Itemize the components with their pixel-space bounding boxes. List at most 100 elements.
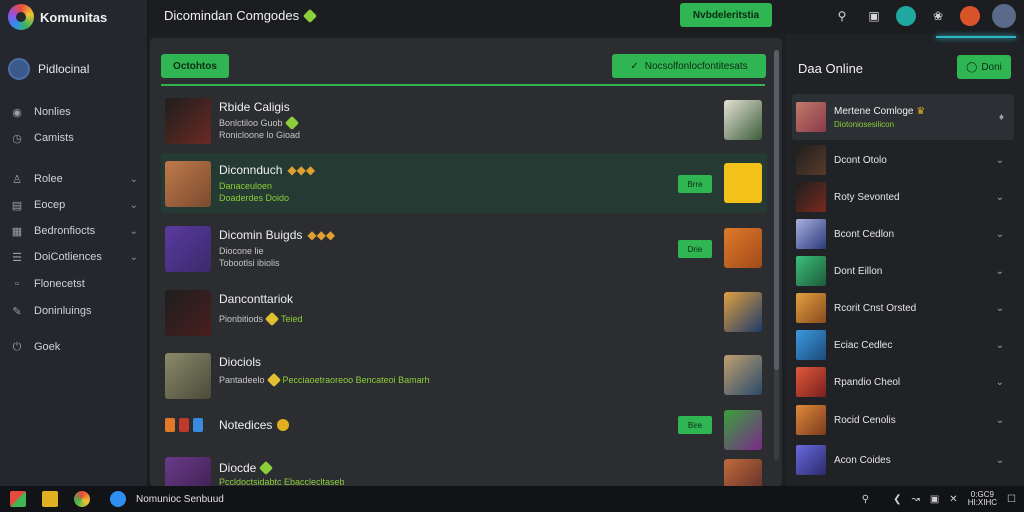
avatar: [796, 405, 826, 435]
sidebar-item-label: Flonecetst: [34, 278, 85, 290]
online-user-item[interactable]: Rpandio Cheol ⌄: [792, 364, 1014, 400]
camera-icon[interactable]: ▣: [864, 6, 884, 26]
status-icon[interactable]: [896, 6, 916, 26]
online-user-item[interactable]: Dont Eillon ⌄: [792, 253, 1014, 289]
notification-icon[interactable]: ☐: [1007, 494, 1016, 505]
online-user-name: Bcont Cedlon: [834, 228, 895, 240]
user-avatar[interactable]: [992, 4, 1016, 28]
page-title-text: Dicomindan Comgodes: [164, 8, 300, 23]
chevron-down-icon[interactable]: ⌄: [996, 415, 1004, 426]
online-user-item[interactable]: Dcont Otolo ⌄: [792, 142, 1014, 178]
sidebar-item-flonecetst[interactable]: ▫ Flonecetst: [10, 274, 138, 294]
close-icon[interactable]: ✕: [949, 494, 957, 505]
online-user-name: Rocid Cenolis: [834, 414, 896, 426]
sidebar-item-bedronfiocts[interactable]: ▦ Bedronfiocts ⌄: [10, 221, 138, 241]
item-action-button[interactable]: Drie: [678, 240, 712, 258]
page-title: Dicomindan Comgodes: [164, 8, 318, 23]
chevron-down-icon[interactable]: ⌄: [996, 303, 1004, 314]
online-user-item[interactable]: Roty Sevonted ⌄: [792, 179, 1014, 215]
online-user-item[interactable]: Rcorit Cnst Orsted ⌄: [792, 290, 1014, 326]
online-panel-button[interactable]: ◯ Doni: [957, 55, 1011, 79]
user-menu-icon[interactable]: ♦: [999, 112, 1004, 123]
chevron-down-icon[interactable]: ⌄: [996, 229, 1004, 240]
chevron-down-icon[interactable]: ⌄: [996, 455, 1004, 466]
online-user-name: Dont Eillon: [834, 265, 883, 277]
chevron-down-icon[interactable]: ⌄: [996, 155, 1004, 166]
item-icons: [165, 418, 203, 432]
sidebar-item-camists[interactable]: ◷ Camists: [10, 128, 138, 148]
settings-icon[interactable]: ❀: [928, 6, 948, 26]
item-subtitle: Danaceuloen: [219, 181, 272, 191]
sidebar-profile[interactable]: Pidlocinal: [8, 58, 89, 80]
badge-icon: ◆◆◆: [307, 228, 336, 242]
chevron-down-icon[interactable]: ⌄: [996, 340, 1004, 351]
online-user-item[interactable]: Bcont Cedlon ⌄: [792, 216, 1014, 252]
sidebar-item-doninluings[interactable]: ✎ Doninluings: [10, 301, 138, 321]
online-user-name: Eciac Cedlec: [834, 339, 893, 351]
list-item[interactable]: Notedices Bire: [161, 398, 767, 458]
header-cta-button[interactable]: Nvbdeleritstia: [680, 3, 772, 27]
item-detail: Doaderdes Doido: [219, 193, 290, 203]
item-art: [724, 100, 762, 140]
main-action-button[interactable]: ✓ Nocsolfonlocfontitesats: [612, 54, 766, 78]
sidebar-item-eocep[interactable]: ▤ Eocep ⌄: [10, 195, 138, 215]
sidebar-item-rolee[interactable]: ♙ Rolee ⌄: [10, 169, 138, 189]
search-icon[interactable]: ⚲: [832, 6, 852, 26]
notification-avatar[interactable]: [960, 6, 980, 26]
network-icon[interactable]: ↝: [911, 494, 919, 505]
gem-icon: [284, 115, 299, 131]
folder-icon[interactable]: [42, 491, 58, 507]
online-user-item[interactable]: Eciac Cedlec ⌄: [792, 327, 1014, 363]
tab-octohtos[interactable]: Octohtos: [161, 54, 229, 78]
online-user-info: Mertene Comloge ♛ Diotoniosesilicon: [834, 106, 925, 129]
item-action-button[interactable]: Bire: [678, 416, 712, 434]
app-window: Komunitas Pidlocinal ◉ Nonlies ◷ Camists…: [0, 0, 1024, 486]
accent-line: [936, 36, 1016, 38]
item-thumbnail: [165, 353, 211, 399]
sidebar-item-label: Camists: [34, 132, 74, 144]
app-icon[interactable]: [110, 491, 126, 507]
browser-icon[interactable]: [74, 491, 90, 507]
online-user-item[interactable]: Rocid Cenolis ⌄: [792, 402, 1014, 438]
chevron-down-icon[interactable]: ⌄: [996, 266, 1004, 277]
character-icon: [165, 418, 175, 432]
clock[interactable]: 0:GC9 HI:XIHC: [968, 491, 997, 507]
check-icon: ✓: [630, 60, 639, 72]
people-icon: ◉: [12, 106, 22, 119]
online-panel-button-label: Doni: [981, 61, 1002, 73]
item-subtitle: Pionbitiods Teied: [219, 311, 303, 327]
clock-date: HI:XIHC: [967, 498, 998, 507]
list-item[interactable]: Diocde Pccldoctsidabtc Ebacclecltaseb: [161, 453, 767, 486]
brand[interactable]: Komunitas: [8, 4, 107, 30]
search-icon[interactable]: ⚲: [862, 494, 869, 505]
avatar: [796, 256, 826, 286]
coin-icon: [277, 419, 290, 431]
chevron-down-icon[interactable]: ⌄: [996, 377, 1004, 388]
gem-icon: [264, 311, 280, 327]
online-user-name: Roty Sevonted: [834, 191, 900, 203]
list-item[interactable]: Danconttariok Pionbitiods Teied: [161, 282, 767, 342]
taskbar-app-label[interactable]: Nomunioc Senbuud: [136, 494, 224, 505]
expand-icon[interactable]: ❮: [893, 494, 901, 505]
item-name-text: Dicomin Buigds: [219, 228, 303, 242]
character-icon: [179, 418, 189, 432]
online-user-item[interactable]: Acon Coides ⌄: [792, 442, 1014, 478]
sidebar-item-doicotliences[interactable]: ☰ DoiCotliences ⌄: [10, 247, 138, 267]
grid-icon: ▦: [11, 225, 23, 238]
sidebar-item-label: Bedronfiocts: [34, 225, 96, 237]
chevron-down-icon[interactable]: ⌄: [996, 192, 1004, 203]
list-item[interactable]: Rbide Caligis Bonlctiloo Guob Ronicloone…: [161, 90, 767, 150]
start-icon[interactable]: [10, 491, 26, 507]
item-action-button[interactable]: Brre: [678, 175, 712, 193]
list-item[interactable]: Dicomin Buigds ◆◆◆ Diocone lie Tobootlsi …: [161, 218, 767, 278]
item-name: Notedices: [219, 418, 290, 432]
list-item[interactable]: Diociols Pantadeelo Pecciaoetraoreoo Benc…: [161, 345, 767, 405]
online-user-item[interactable]: Mertene Comloge ♛ Diotoniosesilicon ♦: [792, 94, 1014, 140]
sidebar-item-goek[interactable]: ⏻ Goek: [10, 337, 138, 357]
sidebar-item-nonlies[interactable]: ◉ Nonlies: [10, 102, 138, 122]
chevron-down-icon: ⌄: [129, 173, 138, 185]
display-icon[interactable]: ▣: [930, 494, 939, 505]
list-item[interactable]: Diconnduch ◆◆◆ Danaceuloen Doaderdes Doid…: [161, 153, 767, 213]
scrollbar[interactable]: [774, 50, 779, 460]
file-icon: ▫: [15, 278, 19, 290]
